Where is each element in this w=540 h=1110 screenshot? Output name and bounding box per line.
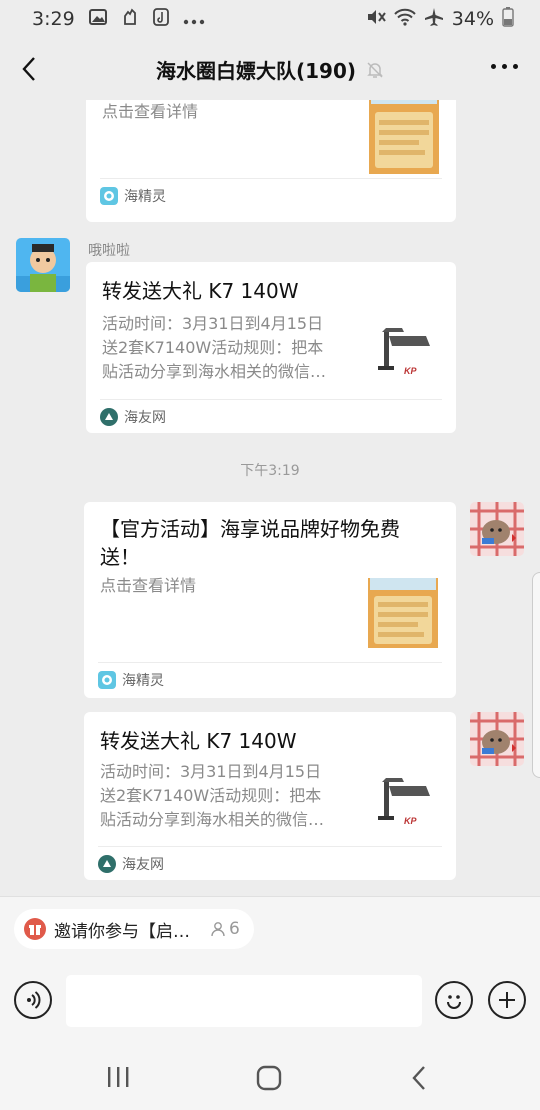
emoji-button[interactable] [435,981,473,1019]
recent-apps-button[interactable] [100,1061,136,1093]
more-options-button[interactable] [491,64,518,69]
card-description: 送2套K7140W活动规则：把本 [100,786,322,805]
sender-name: 哦啦啦 [88,243,130,259]
svg-text:KP: KP [404,366,417,376]
airplane-icon [424,7,444,32]
card-source: 海精灵 [100,178,442,212]
card-description: 送2套K7140W活动规则：把本 [102,338,324,357]
link-card[interactable]: 点击查看详情 海精灵 [86,100,456,222]
system-navigation-bar [0,1043,540,1110]
source-name: 海友网 [124,409,166,426]
battery-icon [502,6,514,32]
wifi-icon [394,8,416,31]
card-source: 海友网 [98,846,442,880]
card-thumbnail [369,100,439,174]
dot-icon [513,64,518,69]
haiyouwang-app-icon [98,854,116,873]
more-functions-button[interactable] [488,981,526,1019]
card-title: 转发送大礼 K7 140W [102,279,299,303]
card-description: 活动时间：3月31日到4月15日 [102,314,324,333]
link-card[interactable]: 转发送大礼 K7 140W 活动时间：3月31日到4月15日 送2套K7140W… [84,712,456,880]
home-button[interactable] [252,1061,286,1095]
avatar[interactable] [470,712,524,766]
card-title: 送！ [100,545,140,569]
battery-percent: 34% [451,8,494,30]
person-icon [211,922,225,937]
mute-bell-icon [367,61,383,78]
svg-text:KP: KP [404,816,417,826]
message-timestamp: 下午3:19 [240,463,300,479]
plus-icon [499,992,515,1008]
card-description: 贴活动分享到海水相关的微信… [102,362,327,381]
more-notifications-icon [183,8,205,30]
link-card[interactable]: 转发送大礼 K7 140W 活动时间：3月31日到4月15日 送2套K7140W… [86,262,456,433]
card-title: 【官方活动】海享说品牌好物免费 [100,517,400,541]
haijingling-app-icon [98,670,116,689]
dot-icon [491,64,496,69]
card-description: 活动时间：3月31日到4月15日 [100,762,322,781]
recent-apps-icon [108,1067,129,1087]
status-bar: 3:29 34% [0,0,540,38]
light-product-thumbnail: KP [374,772,436,834]
light-product-thumbnail: KP [374,322,436,384]
link-card[interactable]: 【官方活动】海享说品牌好物免费 送！ 点击查看详情 海精灵 [84,502,456,698]
chat-messages[interactable]: 点击查看详情 海精灵 哦啦啦 转发送大礼 K7 140W 活动时间：3月31日到… [0,100,540,896]
source-name: 海精灵 [122,672,164,689]
card-thumbnail [368,578,438,648]
haiyouwang-app-icon [100,407,118,426]
voice-icon [27,991,41,1009]
hand-icon [121,7,139,31]
system-back-button[interactable] [404,1061,436,1095]
invite-label: 邀请你参与【启… [54,921,190,942]
home-icon [256,1065,282,1091]
haijingling-app-icon [100,186,118,205]
back-arrow-icon [412,1066,425,1090]
bottom-panel: 邀请你参与【启… 6 [0,896,540,1110]
card-source: 海精灵 [98,662,442,696]
dot-icon [502,64,507,69]
scroll-handle[interactable] [532,572,540,778]
participant-count-value: 6 [229,919,240,939]
card-description: 贴活动分享到海水相关的微信… [100,810,325,829]
mute-icon [366,8,386,31]
card-source: 海友网 [100,399,442,433]
voice-input-button[interactable] [14,981,52,1019]
source-name: 海精灵 [124,188,166,205]
participant-count: 6 [210,919,240,939]
avatar[interactable] [470,502,524,556]
chat-header: 海水圈白嫖大队(190) [0,38,540,100]
card-description: 点击查看详情 [102,102,199,121]
tiktok-icon [152,7,169,31]
card-title: 转发送大礼 K7 140W [100,729,297,753]
source-name: 海友网 [122,856,164,873]
card-description: 点击查看详情 [100,576,197,595]
smiley-icon [447,995,461,1009]
avatar[interactable] [16,238,70,292]
status-time: 3:29 [32,8,75,30]
gift-icon [24,918,46,940]
gallery-icon [88,8,107,30]
chat-title: 海水圈白嫖大队(190) [155,59,357,83]
message-input[interactable] [66,975,422,1027]
invite-banner[interactable]: 邀请你参与【启… 6 [14,909,254,949]
